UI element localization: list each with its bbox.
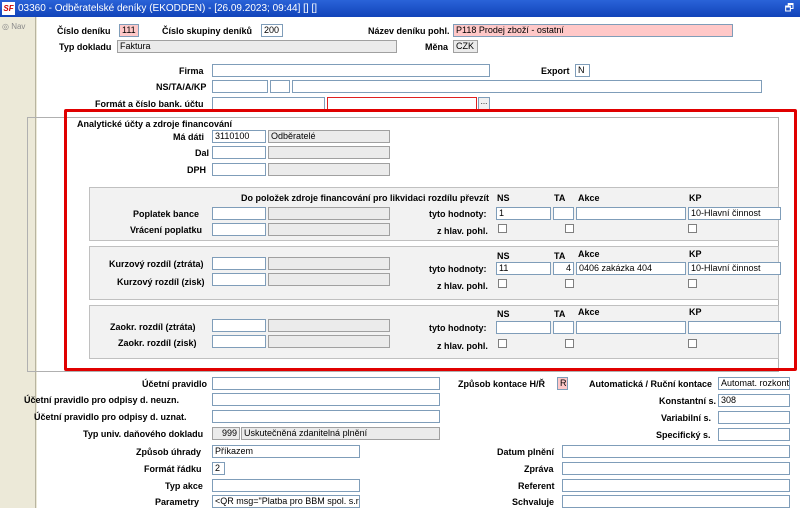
ucetni-pravidlo-label: Účetní pravidlo [142, 379, 208, 389]
variabilni-field[interactable] [718, 411, 790, 424]
zpusob-uhrady-field[interactable]: Příkazem [212, 445, 360, 458]
firma-label: Firma [179, 66, 204, 76]
typ-akce-label: Typ akce [165, 481, 203, 491]
typ-dokladu-field[interactable]: Faktura [117, 40, 397, 53]
cislo-deniku-field[interactable]: 111 [119, 24, 139, 37]
ucetni-pravidlo-field[interactable] [212, 377, 440, 390]
firma-field[interactable] [212, 64, 490, 77]
zprava-field[interactable] [562, 462, 790, 475]
parametry-label: Parametry [155, 497, 200, 507]
nav-button[interactable]: ◎ Nav [2, 22, 25, 31]
cislo-skupiny-field[interactable]: 200 [261, 24, 283, 37]
typ-univ-label: Typ univ. daňového dokladu [83, 429, 204, 439]
schvaluje-label: Schvaluje [512, 497, 555, 507]
parametry-field[interactable]: <QR msg="Platba pro BBM spol. s.r.o." [212, 495, 360, 508]
akce-kp-field[interactable] [292, 80, 762, 93]
ta-field[interactable] [270, 80, 290, 93]
window-restore-icon[interactable]: 🗗 [785, 0, 794, 17]
zpusob-kontace-label: Způsob kontace H/Ř [458, 379, 546, 389]
zpusob-kontace-field[interactable]: R [557, 377, 568, 390]
typ-univ-name-field: Uskutečněná zdanitelná plnění [241, 427, 440, 440]
odpisy-neuzn-field[interactable] [212, 393, 440, 406]
export-field[interactable]: N [575, 64, 590, 77]
variabilni-label: Variabilní s. [661, 413, 712, 423]
format-radku-field[interactable]: 2 [212, 462, 225, 475]
odpisy-uzn-field[interactable] [212, 410, 440, 423]
typ-akce-field[interactable] [212, 479, 360, 492]
ns-field[interactable] [212, 80, 268, 93]
konstantni-label: Konstantní s. [659, 396, 717, 406]
nav-label: Nav [11, 22, 26, 31]
zpusob-uhrady-label: Způsob úhrady [136, 447, 201, 457]
datum-plneni-field[interactable] [562, 445, 790, 458]
red-highlight-box [64, 109, 797, 371]
format-radku-label: Formát řádku [144, 464, 202, 474]
referent-label: Referent [518, 481, 555, 491]
nazev-deniku-field[interactable]: P118 Prodej zboží - ostatní [453, 24, 733, 37]
cislo-deniku-label: Číslo deníku [57, 26, 111, 36]
datum-plneni-label: Datum plnění [497, 447, 555, 457]
window-title: 03360 - Odběratelské deníky (EKODDEN) - … [18, 3, 318, 14]
odpisy-neuzn-label: Účetní pravidlo pro odpisy d. neuzn. [24, 395, 180, 405]
title-bar: SF 03360 - Odběratelské deníky (EKODDEN)… [0, 0, 800, 17]
konstantni-field[interactable]: 308 [718, 394, 790, 407]
typ-univ-code-field[interactable]: 999 [212, 427, 240, 440]
auto-kontace-label: Automatická / Ruční kontace [589, 379, 713, 389]
referent-field[interactable] [562, 479, 790, 492]
specificky-label: Specifický s. [656, 430, 711, 440]
nazev-deniku-label: Název deníku pohl. [368, 26, 450, 36]
odpisy-uzn-label: Účetní pravidlo pro odpisy d. uznat. [34, 412, 187, 422]
mena-field[interactable]: CZK [453, 40, 478, 53]
ns-ta-a-kp-label: NS/TA/A/KP [156, 82, 207, 92]
specificky-field[interactable] [718, 428, 790, 441]
app-logo-icon: SF [2, 2, 15, 15]
zprava-label: Zpráva [524, 464, 554, 474]
schvaluje-field[interactable] [562, 495, 790, 508]
auto-kontace-field[interactable]: Automat. rozkontace [718, 377, 790, 390]
export-label: Export [541, 66, 570, 76]
form-main: Číslo deníku 111 Číslo skupiny deníků 20… [24, 17, 800, 508]
mena-label: Měna [425, 42, 449, 52]
typ-dokladu-label: Typ dokladu [59, 42, 112, 52]
cislo-skupiny-label: Číslo skupiny deníků [162, 26, 253, 36]
